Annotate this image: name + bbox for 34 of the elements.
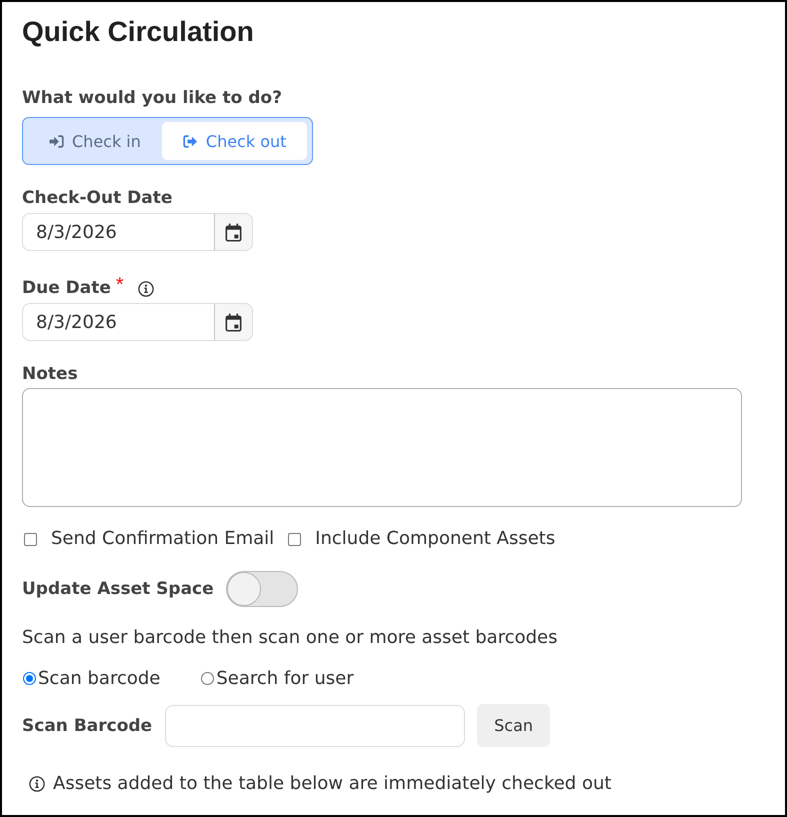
- radio-label: Search for user: [216, 668, 354, 690]
- notes-field[interactable]: [22, 388, 742, 507]
- mode-tab[interactable]: Check in: [28, 122, 162, 160]
- toggle-label: Update Asset Space: [22, 578, 214, 600]
- field-label: Check-Out Date: [22, 187, 172, 209]
- field-label: Scan Barcode: [22, 714, 152, 736]
- question-label: What would you like to do?: [22, 87, 282, 109]
- field-label: Notes: [22, 363, 78, 385]
- info-icon: [29, 776, 45, 792]
- required-mark: *: [116, 277, 124, 293]
- page-title: Quick Circulation: [22, 16, 254, 48]
- arrow-out-of-box-icon: [182, 134, 198, 148]
- instruction-text: Scan a user barcode then scan one or more asset barcodes: [22, 627, 558, 649]
- scan-button[interactable]: Scan: [477, 704, 550, 747]
- notice-text: Assets added to the table below are immediately checked out: [53, 773, 612, 795]
- date-field[interactable]: 8/3/2026: [22, 303, 214, 341]
- radio-button[interactable]: [201, 672, 214, 685]
- barcode-field[interactable]: [165, 704, 466, 746]
- checkbox[interactable]: [288, 532, 302, 546]
- calendar-button[interactable]: [214, 213, 253, 251]
- radio-button[interactable]: [23, 672, 36, 685]
- mode-tab[interactable]: Check out: [162, 122, 308, 160]
- toggle-switch[interactable]: [226, 571, 298, 607]
- checkbox[interactable]: [24, 532, 37, 546]
- arrow-into-bracket-icon: [49, 134, 64, 148]
- checkbox-label: Include Component Assets: [315, 528, 556, 550]
- calendar-button[interactable]: [214, 303, 253, 341]
- checkbox-label: Send Confirmation Email: [51, 528, 274, 550]
- field-label: Due Date: [22, 277, 111, 299]
- calendar-icon: [225, 312, 242, 332]
- info-icon: [138, 281, 154, 297]
- calendar-icon: [225, 222, 242, 242]
- date-field[interactable]: 8/3/2026: [22, 213, 214, 251]
- radio-label: Scan barcode: [38, 668, 160, 690]
